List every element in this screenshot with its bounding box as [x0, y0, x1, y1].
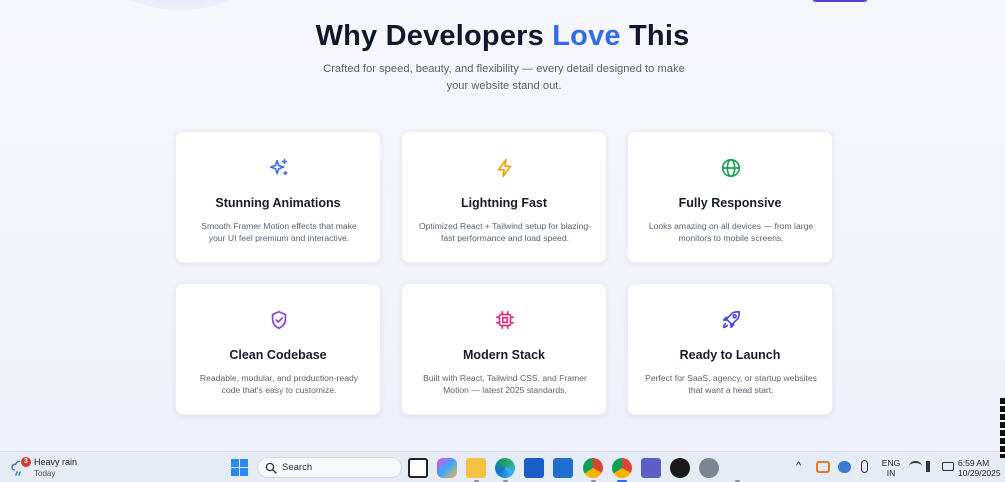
feature-card-launch: Ready to Launch Perfect for SaaS, agency… [627, 283, 833, 415]
language-line1: ENG [881, 458, 901, 468]
volume-icon[interactable] [926, 461, 938, 472]
language-indicator[interactable]: ENG IN [878, 458, 904, 478]
search-icon [265, 462, 277, 474]
settings-gear-icon[interactable] [699, 458, 719, 478]
feature-description: Perfect for SaaS, agency, or startup web… [645, 373, 817, 395]
chrome-profile-icon[interactable] [583, 458, 603, 478]
feature-description: Built with React, Tailwind CSS, and Fram… [423, 373, 587, 395]
task-view-icon[interactable] [408, 458, 428, 478]
top-button-edge[interactable] [812, 0, 868, 2]
microsoft-store-icon[interactable] [524, 458, 544, 478]
edge-scroll-marker [1000, 398, 1005, 458]
section-heading: Why Developers Love This [0, 20, 1005, 53]
weather-alert-badge: 3 [21, 457, 31, 467]
feature-card-animations: Stunning Animations Smooth Framer Motion… [175, 131, 381, 263]
microphone-icon[interactable] [861, 460, 868, 473]
sparkles-icon [267, 156, 291, 180]
language-line2: IN [886, 468, 896, 478]
sync-icon[interactable] [816, 461, 830, 473]
clock-date: 10/29/2025 [958, 468, 1001, 478]
feature-title: Ready to Launch [679, 348, 781, 362]
heading-text-start: Why Developers [315, 20, 553, 52]
cpu-icon [493, 308, 517, 332]
heading-accent: Love [552, 20, 621, 52]
chevron-up-icon[interactable]: ^ [796, 461, 801, 472]
edge-browser-icon[interactable] [495, 458, 515, 478]
feature-description: Readable, modular, and production-ready … [199, 373, 359, 395]
weather-condition[interactable]: Heavy rain [34, 457, 77, 467]
onedrive-icon[interactable] [838, 461, 851, 473]
battery-icon[interactable] [942, 462, 954, 471]
search-placeholder: Search [282, 462, 313, 473]
clock-time: 6:59 AM [958, 458, 990, 468]
taskbar-search-box[interactable]: Search [257, 457, 402, 478]
lightning-icon [493, 156, 517, 180]
wifi-icon[interactable] [909, 461, 922, 472]
windows-taskbar: 3 Heavy rain Today Search ^ ENG IN 6:59 … [0, 451, 1005, 482]
feature-description: Optimized React + Tailwind setup for bla… [418, 221, 592, 243]
feature-title: Lightning Fast [460, 196, 548, 210]
feature-description: Looks amazing on all devices — from larg… [648, 221, 814, 243]
background-blob [120, 0, 240, 10]
feature-card-clean-code: Clean Codebase Readable, modular, and pr… [175, 283, 381, 415]
feature-title: Fully Responsive [678, 196, 782, 210]
file-explorer-icon[interactable] [466, 458, 486, 478]
globe-icon [719, 156, 743, 180]
feature-title: Clean Codebase [229, 348, 327, 362]
windows-start-icon[interactable] [231, 459, 248, 476]
section-subtitle: Crafted for speed, beauty, and flexibili… [323, 63, 685, 92]
clock[interactable]: 6:59 AM 10/29/2025 [958, 458, 1005, 478]
feature-description: Smooth Framer Motion effects that make y… [201, 221, 357, 243]
feature-card-modern-stack: Modern Stack Built with React, Tailwind … [401, 283, 607, 415]
feature-card-responsive: Fully Responsive Looks amazing on all de… [627, 131, 833, 263]
feature-card-fast: Lightning Fast Optimized React + Tailwin… [401, 131, 607, 263]
teams-icon[interactable] [641, 458, 661, 478]
heading-text-end: This [620, 20, 690, 52]
copilot-icon[interactable] [437, 458, 457, 478]
chrome-icon[interactable] [612, 458, 632, 478]
shield-check-icon [267, 308, 291, 332]
github-icon[interactable] [670, 458, 690, 478]
feature-title: Stunning Animations [215, 196, 341, 210]
vscode-icon[interactable] [553, 458, 573, 478]
landing-page: Why Developers Love This Crafted for spe… [0, 0, 1005, 451]
feature-title: Modern Stack [463, 348, 545, 362]
weather-day: Today [34, 469, 56, 478]
rocket-icon [719, 308, 743, 332]
